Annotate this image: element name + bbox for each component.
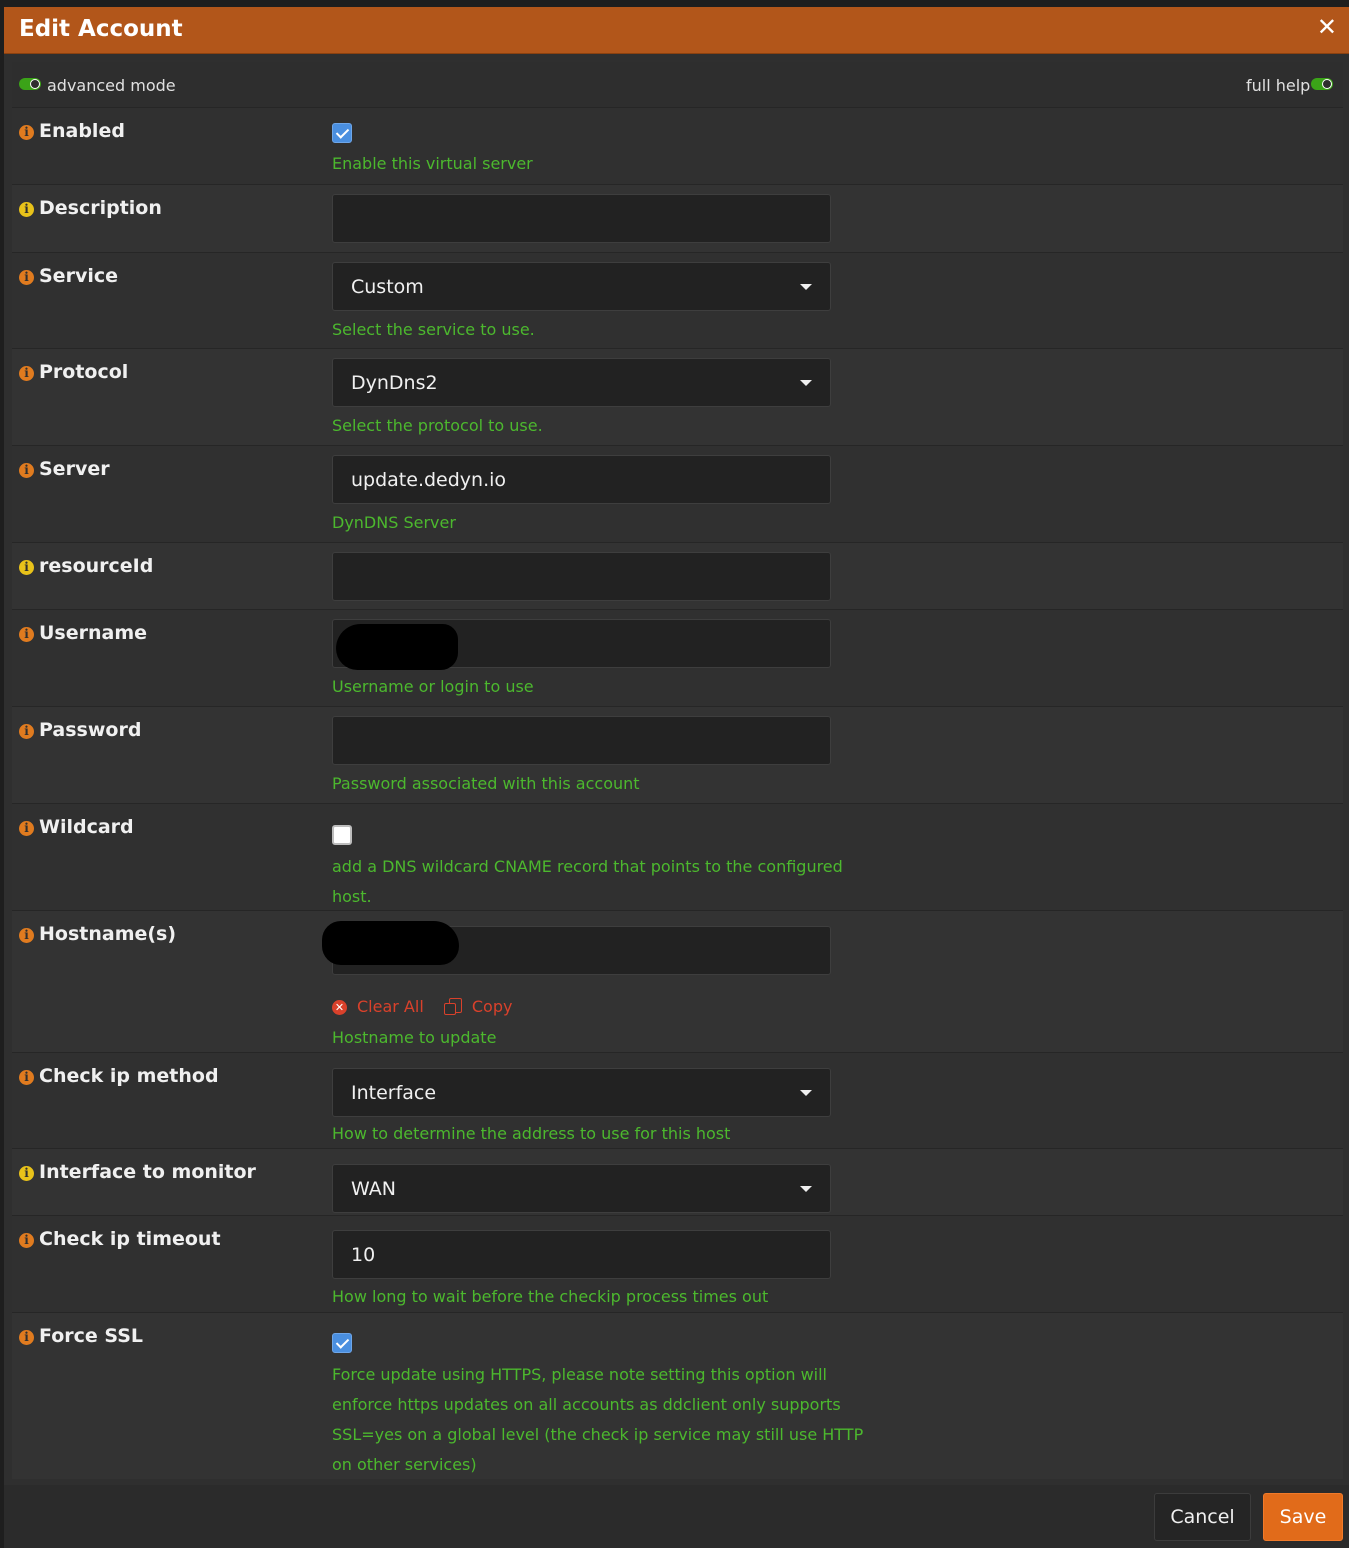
row-interface: i Interface to monitor WAN [12, 1148, 1343, 1216]
dialog-body: advanced mode full help i Enabled Enable … [12, 62, 1343, 1479]
row-checkip-timeout: i Check ip timeout 10 How long to wait be… [12, 1215, 1343, 1313]
resourceid-input[interactable] [332, 552, 831, 601]
force-ssl-label: Force SSL [39, 1325, 144, 1347]
redaction-mark [336, 624, 458, 670]
info-icon[interactable]: i [19, 627, 34, 642]
info-icon[interactable]: i [19, 1233, 34, 1248]
checkip-method-help: How to determine the address to use for … [332, 1124, 731, 1143]
row-force-ssl: i Force SSL Force update using HTTPS, ple… [12, 1312, 1343, 1479]
service-help: Select the service to use. [332, 320, 535, 339]
force-ssl-checkbox[interactable] [332, 1333, 352, 1353]
force-ssl-help-line1: Force update using HTTPS, please note se… [332, 1365, 827, 1384]
service-label: Service [39, 265, 118, 287]
chevron-down-icon [800, 284, 812, 290]
password-input[interactable] [332, 716, 831, 765]
dialog-header: Edit Account ✕ [4, 7, 1349, 54]
protocol-select[interactable]: DynDns2 [332, 358, 831, 407]
row-description: i Description [12, 184, 1343, 253]
close-icon[interactable]: ✕ [1317, 13, 1337, 41]
info-icon[interactable]: i [19, 560, 34, 575]
enabled-help: Enable this virtual server [332, 154, 533, 173]
checkip-timeout-label: Check ip timeout [39, 1228, 221, 1250]
info-icon[interactable]: i [19, 821, 34, 836]
server-label: Server [39, 458, 110, 480]
redaction-mark [322, 921, 459, 965]
hostnames-label: Hostname(s) [39, 923, 177, 945]
clear-all-link[interactable]: ✕ Clear All [332, 997, 434, 1016]
row-server: i Server update.dedyn.io DynDNS Server [12, 445, 1343, 543]
info-icon[interactable]: i [19, 928, 34, 943]
interface-select[interactable]: WAN [332, 1164, 831, 1213]
resourceid-label: resourceId [39, 555, 154, 577]
wildcard-label: Wildcard [39, 816, 134, 838]
checkip-timeout-help: How long to wait before the checkip proc… [332, 1287, 769, 1306]
wildcard-help-line1: add a DNS wildcard CNAME record that poi… [332, 857, 843, 876]
enabled-checkbox[interactable] [332, 123, 352, 143]
copy-icon [443, 998, 462, 1015]
force-ssl-help-line4: on other services) [332, 1455, 477, 1474]
advanced-mode-label: advanced mode [47, 76, 176, 95]
cancel-button[interactable]: Cancel [1154, 1493, 1251, 1541]
service-select[interactable]: Custom [332, 262, 831, 311]
wildcard-checkbox[interactable] [332, 825, 352, 845]
force-ssl-help-line3: SSL=yes on a global level (the check ip … [332, 1425, 864, 1444]
server-help: DynDNS Server [332, 513, 456, 532]
row-username: i Username Username or login to use [12, 609, 1343, 707]
force-ssl-help-line2: enforce https updates on all accounts as… [332, 1395, 841, 1414]
row-wildcard: i Wildcard add a DNS wildcard CNAME recor… [12, 803, 1343, 911]
copy-link[interactable]: Copy [443, 997, 523, 1016]
full-help-toggle[interactable] [1311, 78, 1333, 90]
protocol-label: Protocol [39, 361, 129, 383]
mode-bar: advanced mode full help [12, 62, 1343, 107]
row-hostnames: i Hostname(s) ✕ Clear All Copy Hostname to… [12, 910, 1343, 1053]
interface-label: Interface to monitor [39, 1161, 256, 1183]
row-resourceid: i resourceId [12, 542, 1343, 610]
protocol-help: Select the protocol to use. [332, 416, 543, 435]
row-checkip-method: i Check ip method Interface How to determ… [12, 1052, 1343, 1149]
info-icon[interactable]: i [19, 125, 34, 140]
info-icon[interactable]: i [19, 1070, 34, 1085]
hostnames-help: Hostname to update [332, 1028, 497, 1047]
info-icon[interactable]: i [19, 1330, 34, 1345]
chevron-down-icon [800, 380, 812, 386]
checkip-method-select[interactable]: Interface [332, 1068, 831, 1117]
info-icon[interactable]: i [19, 202, 34, 217]
username-label: Username [39, 622, 148, 644]
chevron-down-icon [800, 1186, 812, 1192]
username-help: Username or login to use [332, 677, 534, 696]
full-help-label: full help [1246, 76, 1311, 95]
password-help: Password associated with this account [332, 774, 640, 793]
row-enabled: i Enabled Enable this virtual server [12, 107, 1343, 185]
description-input[interactable] [332, 194, 831, 243]
dialog-title: Edit Account [19, 16, 183, 42]
wildcard-help-line2: host. [332, 887, 372, 906]
password-label: Password [39, 719, 142, 741]
row-password: i Password Password associated with this … [12, 706, 1343, 804]
save-button[interactable]: Save [1263, 1493, 1343, 1541]
info-icon[interactable]: i [19, 366, 34, 381]
checkip-method-label: Check ip method [39, 1065, 219, 1087]
info-icon[interactable]: i [19, 270, 34, 285]
edit-account-dialog: Edit Account ✕ advanced mode full help i… [4, 7, 1349, 1548]
chevron-down-icon [800, 1090, 812, 1096]
info-icon[interactable]: i [19, 463, 34, 478]
row-service: i Service Custom Select the service to us… [12, 252, 1343, 349]
enabled-label: Enabled [39, 120, 125, 142]
info-icon[interactable]: i [19, 1166, 34, 1181]
description-label: Description [39, 197, 162, 219]
server-input[interactable]: update.dedyn.io [332, 455, 831, 504]
checkip-timeout-input[interactable]: 10 [332, 1230, 831, 1279]
row-protocol: i Protocol DynDns2 Select the protocol to… [12, 348, 1343, 446]
info-icon[interactable]: i [19, 724, 34, 739]
advanced-mode-toggle[interactable] [19, 78, 41, 90]
dialog-footer: Cancel Save [4, 1485, 1349, 1548]
x-circle-icon: ✕ [332, 1000, 347, 1015]
